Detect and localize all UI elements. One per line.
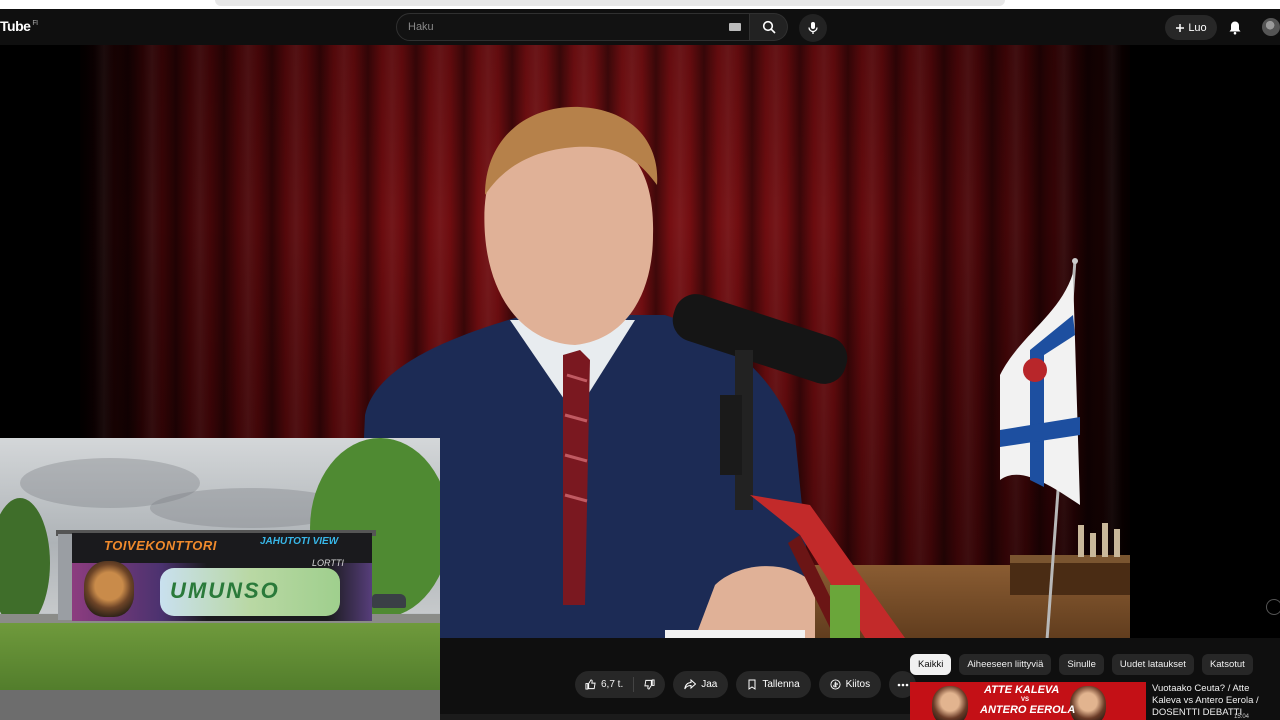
graffiti-title: TOIVEKONTTORI (104, 538, 217, 553)
avatar[interactable] (1262, 18, 1280, 36)
pip-road (0, 690, 440, 720)
create-button[interactable]: Luo (1165, 15, 1217, 40)
bottom-strip (440, 714, 910, 720)
thumbs-up-icon (585, 679, 596, 690)
bell-icon (1229, 21, 1241, 34)
recommended-video-thumbnail[interactable]: ATTE KALEVA VS ANTERO EEROLA (910, 682, 1146, 720)
search-input[interactable] (397, 14, 728, 40)
thumbnail-text-line1: ATTE KALEVA (984, 684, 1060, 696)
search-icon (762, 20, 776, 34)
browser-address-pill (215, 0, 1005, 6)
thanks-icon (830, 679, 841, 690)
picture-in-picture-overlay: TOIVEKONTTORI JAHUTOTI VIEW LORTTI UMUNS… (0, 438, 440, 720)
recommended-video-duration: 15:04 (1234, 714, 1250, 720)
logo-text: Tube (0, 18, 31, 34)
share-icon (684, 679, 697, 690)
chip-watched[interactable]: Katsotut (1201, 654, 1253, 675)
youtube-logo[interactable]: Tube FI (0, 18, 38, 34)
voice-search-button[interactable] (799, 14, 827, 42)
finnish-flag-image (1000, 258, 1080, 638)
filter-chips: Kaikki Aiheeseen liittyviä Sinulle Uudet… (910, 654, 1253, 675)
save-button[interactable]: Tallenna (736, 671, 811, 698)
circle-icon (1266, 599, 1280, 615)
thumbnail-text-line2: ANTERO EEROLA (980, 704, 1076, 716)
chip-all[interactable]: Kaikki (910, 654, 952, 675)
top-bar: TubeFI Luo (0, 9, 1280, 45)
graffiti-face (84, 561, 134, 617)
thanks-button[interactable]: Kiitos (818, 671, 882, 698)
like-dislike-group: 6,7 t. (575, 671, 666, 698)
graffiti-tag: JAHUTOTI VIEW (260, 536, 339, 547)
parked-car (372, 594, 406, 608)
video-actions: 6,7 t. Jaa Tallenna Kiitos (575, 671, 917, 698)
graffiti-main-piece: UMUNSO (160, 568, 340, 616)
thumbnail-face-left (932, 686, 968, 720)
microphone-icon (808, 22, 818, 34)
plus-icon (1176, 23, 1185, 32)
thumbnail-face-right (1070, 686, 1106, 720)
notifications-button[interactable] (1225, 17, 1245, 37)
chip-for-you[interactable]: Sinulle (1059, 654, 1104, 675)
share-label: Jaa (701, 679, 718, 690)
microphone-stand-image (672, 294, 905, 638)
chip-related[interactable]: Aiheeseen liittyviä (959, 654, 1052, 675)
search-button[interactable] (750, 13, 788, 41)
save-label: Tallenna (762, 679, 800, 690)
logo-country-code: FI (32, 20, 38, 28)
thumbnail-text-vs: VS (1021, 697, 1030, 703)
share-button[interactable]: Jaa (673, 671, 729, 698)
graffiti-main-text: UMUNSO (170, 578, 280, 603)
like-button[interactable]: 6,7 t. (575, 671, 633, 698)
keyboard-icon[interactable] (729, 23, 741, 31)
more-icon (897, 683, 908, 686)
graffiti-tag-secondary: LORTTI (312, 558, 344, 568)
create-label: Luo (1188, 21, 1207, 34)
like-count: 6,7 t. (601, 679, 624, 690)
browser-chrome-strip (0, 0, 1280, 9)
search-box (396, 13, 750, 41)
thumbs-down-icon (644, 679, 655, 690)
recommended-video-title[interactable]: Vuotaako Ceuta? / Atte Kaleva vs Antero … (1152, 683, 1280, 719)
chip-new-uploads[interactable]: Uudet lataukset (1111, 654, 1194, 675)
pip-grass (0, 623, 440, 698)
thanks-label: Kiitos (845, 679, 871, 690)
dislike-button[interactable] (634, 671, 665, 698)
bookmark-icon (748, 679, 756, 690)
